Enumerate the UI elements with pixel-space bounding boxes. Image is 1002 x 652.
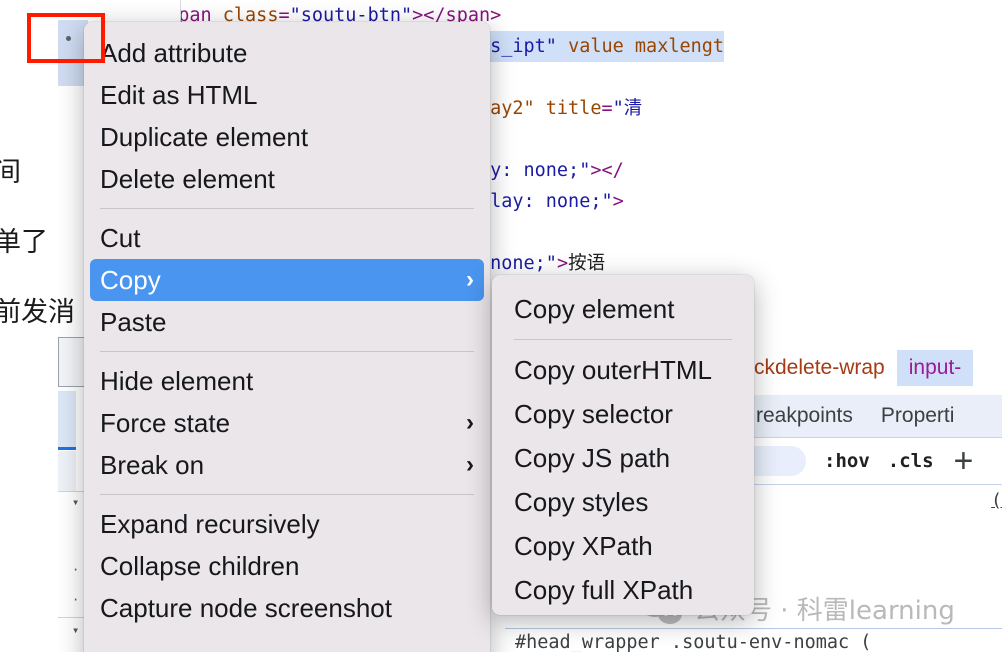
menu-item-delete-element[interactable]: Delete element — [84, 158, 490, 200]
menu-item-paste[interactable]: Paste — [84, 301, 490, 343]
submenu-item-copy-xpath[interactable]: Copy XPath — [492, 524, 754, 568]
menu-item-label: Copy styles — [514, 487, 649, 517]
dom-expand-icon[interactable]: ▾ — [72, 623, 79, 637]
menu-item-hide-element[interactable]: Hide element — [84, 360, 490, 402]
screenshot-root: <span class="soutu-btn"></span> name="wd… — [0, 0, 1002, 652]
breadcrumb[interactable]: ckdelete-wrap input‑ — [742, 348, 1002, 388]
menu-item-label: Copy XPath — [514, 531, 653, 561]
breadcrumb-item-current[interactable]: input‑ — [896, 350, 974, 386]
menu-item-copy[interactable]: Copy › — [90, 259, 484, 301]
menu-item-label: Copy full XPath — [514, 575, 694, 605]
chevron-right-icon: › — [466, 451, 474, 478]
menu-item-label: Copy outerHTML — [514, 355, 712, 385]
code-token: > — [612, 191, 624, 212]
menu-item-add-attribute[interactable]: Add attribute — [84, 32, 490, 74]
dom-bullet-icon: · — [72, 593, 80, 607]
menu-item-label: Edit as HTML — [100, 80, 258, 110]
dom-row[interactable] — [58, 451, 76, 491]
style-rule-origin-link[interactable]: ( — [991, 490, 1002, 511]
menu-item-capture-node-screenshot[interactable]: Capture node screenshot — [84, 587, 490, 629]
menu-item-label: Paste — [100, 307, 167, 337]
menu-item-expand-recursively[interactable]: Expand recursively — [84, 503, 490, 545]
copy-submenu[interactable]: Copy element Copy outerHTML Copy selector C… — [492, 275, 754, 615]
submenu-item-copy-styles[interactable]: Copy styles — [492, 480, 754, 524]
menu-item-label: Capture node screenshot — [100, 593, 392, 623]
menu-item-label: Force state — [100, 408, 231, 438]
menu-item-break-on[interactable]: Break on › — [84, 444, 490, 486]
menu-item-duplicate-element[interactable]: Duplicate element — [84, 116, 490, 158]
menu-separator — [100, 208, 474, 209]
style-rule-origin: ( — [756, 490, 1002, 511]
code-token: "清 — [612, 98, 643, 119]
menu-item-label: Collapse children — [100, 551, 300, 581]
menu-item-label: Copy — [100, 265, 161, 295]
submenu-item-copy-js-path[interactable]: Copy JS path — [492, 436, 754, 480]
new-style-rule-plus-icon[interactable]: + — [954, 444, 974, 478]
tab-event-listeners-breakpoints[interactable]: reakpoints — [742, 404, 867, 428]
code-token: title — [545, 98, 602, 119]
menu-separator — [100, 351, 474, 352]
hov-toggle-button[interactable]: :hov — [824, 450, 870, 472]
cls-toggle-button[interactable]: .cls — [888, 450, 934, 472]
menu-item-edit-as-html[interactable]: Edit as HTML — [84, 74, 490, 116]
menu-item-label: Hide element — [100, 366, 254, 396]
tab-properties[interactable]: Properti — [867, 404, 969, 428]
menu-item-label: Copy JS path — [514, 443, 671, 473]
dom-bullet-icon: · — [72, 563, 80, 577]
code-token: ></ — [590, 160, 624, 181]
menu-item-label: Expand recursively — [100, 509, 320, 539]
menu-item-label: Break on — [100, 450, 205, 480]
dom-row-highlighted[interactable] — [58, 391, 76, 447]
chevron-right-icon: › — [466, 409, 474, 436]
page-text-line: 前发消 — [0, 297, 75, 328]
menu-item-cut[interactable]: Cut — [84, 217, 490, 259]
menu-item-label: Duplicate element — [100, 122, 309, 152]
sidebar-tabs[interactable]: reakpoints Properti — [742, 395, 1002, 438]
styles-sidebar: ckdelete-wrap input‑ reakpoints Properti… — [742, 340, 1002, 652]
dom-drop-indicator — [58, 447, 76, 450]
menu-item-label: Delete element — [100, 164, 275, 194]
menu-item-force-state[interactable]: Force state › — [84, 402, 490, 444]
menu-item-label: Copy selector — [514, 399, 673, 429]
page-text-line: 间 — [0, 157, 21, 188]
code-token: "s_ipt" — [478, 36, 557, 57]
dom-expand-icon[interactable]: ▾ — [72, 495, 79, 509]
dom-node-dot-icon — [66, 36, 71, 41]
submenu-item-copy-element[interactable]: Copy element — [492, 287, 754, 331]
code-token: = — [601, 98, 613, 119]
styles-filter-row[interactable]: :hov .cls + — [742, 438, 1002, 485]
breadcrumb-item-parent[interactable]: ckdelete-wrap — [742, 350, 897, 386]
menu-separator — [514, 339, 732, 340]
menu-item-label: Add attribute — [100, 38, 248, 68]
code-token: > — [556, 253, 569, 274]
submenu-item-copy-full-xpath[interactable]: Copy full XPath — [492, 568, 754, 612]
menu-separator — [100, 494, 474, 495]
code-token: 按语 — [568, 253, 606, 274]
code-token: value maxlengt — [568, 36, 725, 57]
menu-item-label: Cut — [100, 223, 141, 253]
menu-item-label: Copy element — [514, 294, 675, 324]
style-rule-selector[interactable]: #head_wrapper .soutu-env-nomac ( — [505, 628, 1002, 652]
chevron-right-icon: › — [466, 266, 474, 293]
submenu-item-copy-selector[interactable]: Copy selector — [492, 392, 754, 436]
page-text-line: 单了 — [0, 227, 48, 258]
context-menu[interactable]: Add attribute Edit as HTML Duplicate eleme… — [84, 22, 490, 652]
menu-item-collapse-children[interactable]: Collapse children — [84, 545, 490, 587]
submenu-item-copy-outerhtml[interactable]: Copy outerHTML — [492, 348, 754, 392]
